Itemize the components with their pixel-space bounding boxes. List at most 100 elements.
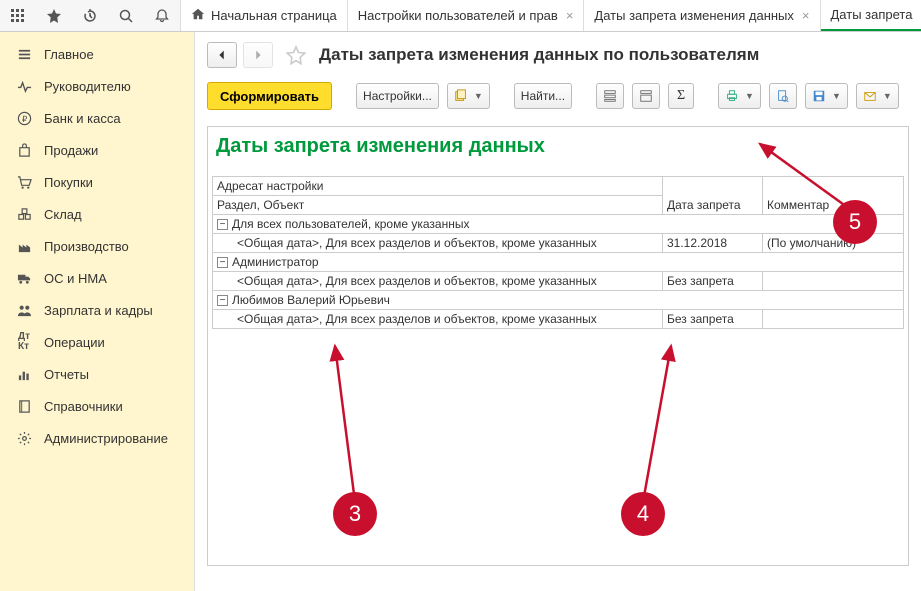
- star-icon[interactable]: [36, 0, 72, 32]
- find-label: Найти...: [521, 89, 565, 103]
- sidebar-item-main[interactable]: Главное: [0, 38, 194, 70]
- table-row[interactable]: −Любимов Валерий Юрьевич: [213, 291, 904, 310]
- sidebar-item-purchases[interactable]: Покупки: [0, 166, 194, 198]
- table-row[interactable]: <Общая дата>, Для всех разделов и объект…: [213, 310, 904, 329]
- callout-3: 3: [333, 492, 377, 536]
- generate-button[interactable]: Сформировать: [207, 82, 332, 110]
- tab-label: Даты запрета: [831, 7, 913, 22]
- find-button[interactable]: Найти...: [514, 83, 572, 109]
- sidebar-item-catalogs[interactable]: Справочники: [0, 390, 194, 422]
- sidebar-label: Операции: [44, 335, 105, 350]
- close-icon[interactable]: ×: [566, 8, 574, 23]
- settings-label: Настройки...: [363, 89, 432, 103]
- cell: (По умолчанию): [763, 234, 904, 253]
- search-icon[interactable]: [108, 0, 144, 32]
- tabs: Начальная страница Настройки пользовател…: [181, 0, 921, 31]
- history-icon[interactable]: [72, 0, 108, 32]
- sidebar-label: Главное: [44, 47, 94, 62]
- sidebar-label: Продажи: [44, 143, 98, 158]
- action-toolbar: Сформировать Настройки... ▼ Найти... Σ ▼…: [207, 82, 909, 110]
- sidebar-label: Справочники: [44, 399, 123, 414]
- book-icon: [14, 399, 34, 414]
- cell: Администратор: [232, 255, 319, 269]
- cell: Любимов Валерий Юрьевич: [232, 293, 390, 307]
- bell-icon[interactable]: [144, 0, 180, 32]
- variants-button[interactable]: ▼: [447, 83, 490, 109]
- apps-icon[interactable]: [0, 0, 36, 32]
- col-date: Дата запрета: [663, 177, 763, 215]
- favorite-icon[interactable]: [283, 42, 309, 68]
- col-recipient: Адресат настройки: [213, 177, 663, 196]
- sidebar-item-assets[interactable]: ОС и НМА: [0, 262, 194, 294]
- sidebar-item-admin[interactable]: Администрирование: [0, 422, 194, 454]
- ruble-icon: ₽: [14, 111, 34, 126]
- sidebar-item-sales[interactable]: Продажи: [0, 134, 194, 166]
- cell: Без запрета: [663, 272, 763, 291]
- save-button[interactable]: ▼: [805, 83, 848, 109]
- cell: Без запрета: [663, 310, 763, 329]
- close-icon[interactable]: ×: [802, 8, 810, 23]
- table-row[interactable]: −Для всех пользователей, кроме указанных: [213, 215, 904, 234]
- print-button[interactable]: ▼: [718, 83, 761, 109]
- sidebar-label: ОС и НМА: [44, 271, 107, 286]
- tab-dates-2[interactable]: Даты запрета: [821, 0, 921, 31]
- sidebar-label: Администрирование: [44, 431, 168, 446]
- menu-icon: [14, 47, 34, 62]
- sidebar-item-salary[interactable]: Зарплата и кадры: [0, 294, 194, 326]
- svg-text:₽: ₽: [21, 113, 26, 123]
- cell: Для всех пользователей, кроме указанных: [232, 217, 469, 231]
- cell: <Общая дата>, Для всех разделов и объект…: [213, 234, 663, 253]
- expand-button[interactable]: [596, 83, 624, 109]
- sidebar-item-manager[interactable]: Руководителю: [0, 70, 194, 102]
- col-comment: Комментар: [763, 177, 904, 215]
- table-row[interactable]: <Общая дата>, Для всех разделов и объект…: [213, 272, 904, 291]
- sidebar-item-operations[interactable]: ДтКт Операции: [0, 326, 194, 358]
- sidebar-item-production[interactable]: Производство: [0, 230, 194, 262]
- tab-home[interactable]: Начальная страница: [181, 0, 348, 31]
- main-area: Даты запрета изменения данных по пользов…: [195, 32, 921, 591]
- report-title: Даты запрета изменения данных: [216, 135, 900, 158]
- cell: <Общая дата>, Для всех разделов и объект…: [213, 310, 663, 329]
- sum-button[interactable]: Σ: [668, 83, 694, 109]
- tab-label: Настройки пользователей и прав: [358, 8, 558, 23]
- back-button[interactable]: [207, 42, 237, 68]
- sidebar-item-bank[interactable]: ₽Банк и касса: [0, 102, 194, 134]
- sidebar-label: Покупки: [44, 175, 93, 190]
- factory-icon: [14, 239, 34, 254]
- topbar-icons: [0, 0, 181, 31]
- preview-button[interactable]: [769, 83, 797, 109]
- tab-home-label: Начальная страница: [211, 8, 337, 23]
- cell: 31.12.2018: [663, 234, 763, 253]
- header-row: Адресат настройки Дата запрета Комментар: [213, 177, 904, 196]
- tab-settings-users[interactable]: Настройки пользователей и прав ×: [348, 0, 585, 31]
- cart-icon: [14, 175, 34, 190]
- dtkt-icon: ДтКт: [14, 332, 34, 352]
- report-area: Даты запрета изменения данных Адресат на…: [207, 126, 909, 566]
- chart-icon: [14, 367, 34, 382]
- sidebar: Главное Руководителю ₽Банк и касса Прода…: [0, 32, 195, 591]
- cell: <Общая дата>, Для всех разделов и объект…: [213, 272, 663, 291]
- boxes-icon: [14, 207, 34, 222]
- people-icon: [14, 303, 34, 318]
- table-row[interactable]: −Администратор: [213, 253, 904, 272]
- page-title: Даты запрета изменения данных по пользов…: [319, 45, 759, 65]
- table-row[interactable]: <Общая дата>, Для всех разделов и объект…: [213, 234, 904, 253]
- send-button[interactable]: ▼: [856, 83, 899, 109]
- bag-icon: [14, 143, 34, 158]
- sidebar-label: Склад: [44, 207, 82, 222]
- collapse-icon[interactable]: −: [217, 295, 228, 306]
- callout-5: 5: [833, 200, 877, 244]
- report-table: Адресат настройки Дата запрета Комментар…: [212, 176, 904, 329]
- sidebar-label: Производство: [44, 239, 129, 254]
- sidebar-item-reports[interactable]: Отчеты: [0, 358, 194, 390]
- collapse-icon[interactable]: −: [217, 219, 228, 230]
- settings-button[interactable]: Настройки...: [356, 83, 439, 109]
- tab-label: Даты запрета изменения данных: [594, 8, 793, 23]
- sidebar-label: Руководителю: [44, 79, 131, 94]
- sidebar-item-warehouse[interactable]: Склад: [0, 198, 194, 230]
- forward-button[interactable]: [243, 42, 273, 68]
- collapse-button[interactable]: [632, 83, 660, 109]
- tab-dates-1[interactable]: Даты запрета изменения данных ×: [584, 0, 820, 31]
- collapse-icon[interactable]: −: [217, 257, 228, 268]
- home-icon: [191, 7, 205, 24]
